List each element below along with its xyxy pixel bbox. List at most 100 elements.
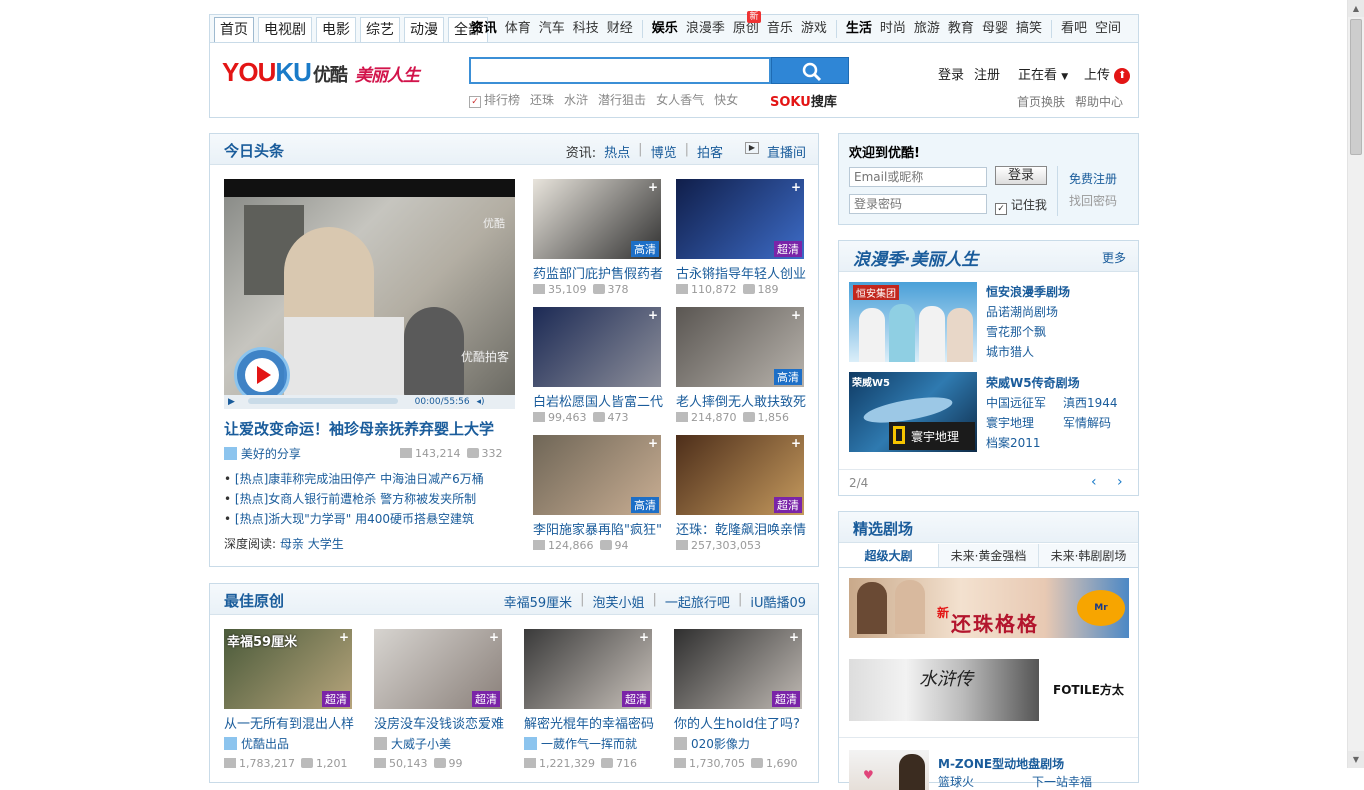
video-title[interactable]: 古永锵指导年轻人创业 [676,263,808,282]
hot-word-link[interactable]: 女人香气 [656,91,704,108]
romance-item[interactable]: 品诺潮尚剧场 [986,303,1058,320]
main-video-player[interactable]: 优酷 优酷拍客 ▶ 00:00/55:56 ◂) [224,179,515,409]
hot-word-link[interactable]: ✓ 排行榜 [469,91,520,108]
category-head[interactable]: 娱乐 [652,20,678,38]
mzone-link[interactable]: M-ZONE型动地盘剧场 [938,755,1064,772]
category-link[interactable]: 浪漫季 [686,20,725,38]
category-head[interactable]: 生活 [846,20,872,38]
video-thumbnail[interactable]: + 超清 [374,629,502,709]
roewe-theater-link[interactable]: 荣威W5传奇剧场 [986,374,1080,391]
video-thumbnail[interactable]: + 高清 [533,179,661,259]
category-link[interactable]: 教育 [948,20,974,38]
hot-word-link[interactable]: 水浒 [564,91,588,108]
watching-dropdown[interactable]: 正在看 ▼ [1018,64,1068,83]
main-video-user[interactable]: 美好的分享 [241,447,301,461]
category-link[interactable]: 音乐 [767,20,793,38]
find-password-link[interactable]: 找回密码 [1069,192,1117,209]
mzone-sub-link[interactable]: 下一站幸福 [1032,773,1092,790]
category-head[interactable]: 资讯 [471,20,497,38]
roewe-thumb[interactable]: 荣威W5 寰宇地理 [849,372,977,452]
add-playlist-icon[interactable]: + [791,308,801,322]
category-link[interactable]: 财经 [607,20,633,38]
link-bolan[interactable]: 博览 [651,142,677,161]
category-link[interactable]: 母婴 [982,20,1008,38]
huanzhu-banner[interactable]: 新 还珠格格 Mr Muscle [849,578,1129,638]
romance-item[interactable]: 中国远征军 [986,394,1046,411]
video-thumbnail[interactable]: + 超清 [524,629,652,709]
seek-bar[interactable] [247,398,398,404]
link-paike[interactable]: 拍客 [697,142,723,161]
video-title[interactable]: 从一无所有到混出人样 [224,713,364,732]
add-playlist-icon[interactable]: + [339,630,349,644]
category-link[interactable]: 空间 [1095,20,1121,38]
add-playlist-icon[interactable]: + [648,308,658,322]
live-link[interactable]: 直播间 [767,142,806,161]
video-title[interactable]: 没房没车没钱谈恋爱难 [374,713,514,732]
video-title[interactable]: 白岩松愿国人皆富二代 [533,391,665,410]
romance-more-link[interactable]: 更多 [1102,249,1126,266]
drama-tab-korean[interactable]: 未来·韩剧剧场 [1039,544,1138,567]
romance-item[interactable]: 军情解码 [1063,414,1111,431]
login-link[interactable]: 登录 [938,64,964,83]
tab-channel[interactable]: 综艺 [360,17,400,42]
tab-channel[interactable]: 电影 [316,17,356,42]
uploader-link[interactable]: 优酷出品 [241,737,289,751]
skin-link[interactable]: 首页换肤 [1017,93,1065,110]
scroll-thumb[interactable] [1350,19,1362,155]
help-link[interactable]: 帮助中心 [1075,93,1123,110]
video-title[interactable]: 老人摔倒无人敢扶致死 [676,391,808,410]
main-video-title[interactable]: 让爱改变命运！袖珍母亲抚养弃婴上大学 [224,418,494,439]
free-register-link[interactable]: 免费注册 [1069,170,1117,187]
next-arrow-icon[interactable]: › [1117,474,1123,490]
romance-item[interactable]: 档案2011 [986,434,1041,451]
romance-item[interactable]: 雪花那个飘 [986,323,1046,340]
play-icon[interactable]: ▶ [228,397,235,407]
scroll-down-icon[interactable]: ▼ [1348,751,1364,768]
search-button[interactable] [771,57,849,84]
news-item[interactable]: • [热点]康菲称完成油田停产 中海油日减产6万桶 [224,469,484,489]
scrollbar[interactable]: ▲ ▼ [1347,0,1364,768]
video-thumbnail[interactable]: + 超清 [676,435,804,515]
add-playlist-icon[interactable]: + [789,630,799,644]
video-title[interactable]: 解密光棍年的幸福密码 [524,713,664,732]
category-link[interactable]: 旅游 [914,20,940,38]
volume-icon[interactable]: ◂) [476,397,484,407]
romance-item[interactable]: 城市猎人 [986,343,1034,360]
category-link[interactable]: 搞笑 [1016,20,1042,38]
tab-channel[interactable]: 首页 [214,17,254,42]
video-title[interactable]: 还珠：乾隆飙泪唤亲情 [676,519,808,538]
news-item[interactable]: • [热点]浙大现"力学哥" 用400硬币搭悬空建筑 [224,509,484,529]
add-playlist-icon[interactable]: + [791,180,801,194]
mzone-thumb[interactable]: ♥ [849,750,929,790]
prev-arrow-icon[interactable]: ‹ [1091,474,1097,490]
video-thumbnail[interactable]: + 高清 [533,435,661,515]
hengan-theater-link[interactable]: 恒安浪漫季剧场 [986,283,1070,300]
video-title[interactable]: 李阳施家暴再陷"疯狂" [533,519,665,538]
register-link[interactable]: 注册 [974,64,1000,83]
original-link[interactable]: 泡芙小姐 [593,592,645,611]
category-link[interactable]: 游戏 [801,20,827,38]
hot-word-link[interactable]: 还珠 [530,91,554,108]
video-title[interactable]: 药监部门庇护售假药者 [533,263,665,282]
tab-channel[interactable]: 电视剧 [258,17,312,42]
uploader-link[interactable]: 一葳作气一挥而就 [541,737,637,751]
password-field[interactable] [849,194,987,214]
category-link[interactable]: 时尚 [880,20,906,38]
checkbox-icon[interactable]: ✓ [995,203,1007,215]
drama-tab-gold[interactable]: 未来·黄金强档 [939,544,1039,567]
mzone-sub-link[interactable]: 篮球火 [938,773,974,790]
category-link[interactable]: 科技 [573,20,599,38]
tab-channel[interactable]: 动漫 [404,17,444,42]
link-hot[interactable]: 热点 [604,142,630,161]
video-title[interactable]: 你的人生hold住了吗? [674,713,814,732]
add-playlist-icon[interactable]: + [639,630,649,644]
video-thumbnail[interactable]: + 超清 [674,629,802,709]
category-link[interactable]: 汽车 [539,20,565,38]
add-playlist-icon[interactable]: + [489,630,499,644]
uploader-link[interactable]: 020影像力 [691,737,750,751]
category-link[interactable]: 看吧 [1061,20,1087,38]
hot-word-link[interactable]: 潜行狙击 [598,91,646,108]
category-link[interactable]: 体育 [505,20,531,38]
original-link[interactable]: iU酷播09 [750,592,806,611]
original-link[interactable]: 幸福59厘米 [504,592,573,611]
